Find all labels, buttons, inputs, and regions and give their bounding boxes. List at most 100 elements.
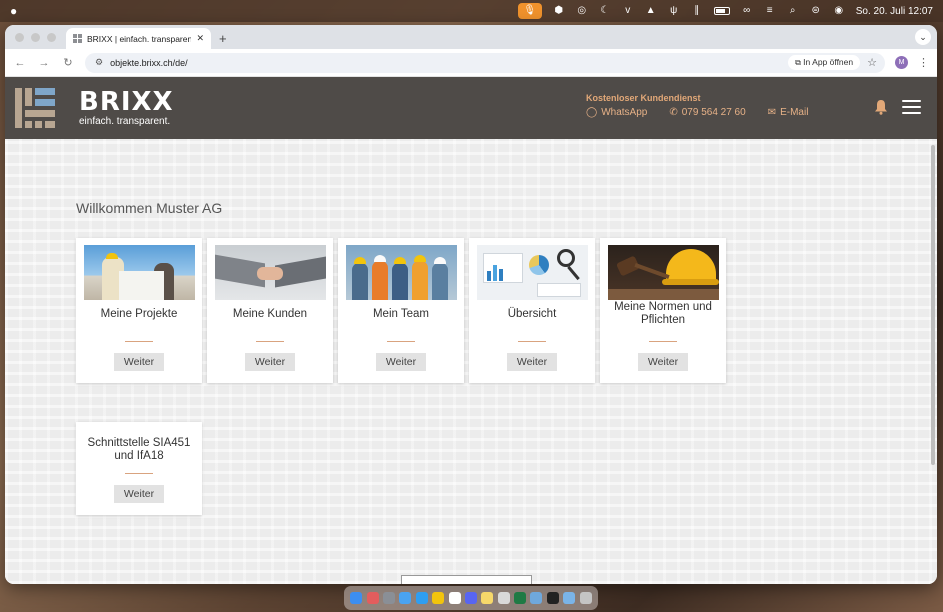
back-icon[interactable]: ← <box>13 57 27 69</box>
search-icon[interactable]: ⌕ <box>787 5 799 17</box>
address-bar: ← → ↻ ⚙ objekte.brixx.ch/de/ ⧉ In App öf… <box>5 49 937 77</box>
card-label: Schnittstelle SIA451 und IfA18 <box>87 437 191 462</box>
bookmark-star-icon[interactable]: ☆ <box>867 56 881 69</box>
excel-icon[interactable] <box>514 592 527 604</box>
whatsapp-label: WhatsApp <box>601 107 648 118</box>
menu-bar: ● 🎙 ⬢ ◎ ☾ v ▲ ψ ∥ ∞ ≡ ⌕ ⊜ ◉ So. 20. Juli… <box>0 0 943 22</box>
app-icon: ⧉ <box>795 58 801 67</box>
tools-icon[interactable]: ψ <box>668 5 680 17</box>
charts-image <box>476 245 588 300</box>
siri-icon[interactable]: ◉ <box>833 5 845 17</box>
url-field[interactable]: ⚙ objekte.brixx.ch/de/ ⧉ In App öffnen ☆ <box>85 52 885 73</box>
audio-icon[interactable]: ∥ <box>691 5 703 17</box>
control-center-icon[interactable]: ≡ <box>764 5 776 17</box>
folder-icon[interactable] <box>563 592 576 604</box>
card-meine-kunden: Meine Kunden Weiter <box>207 238 333 383</box>
menu-bar-status: 🎙 ⬢ ◎ ☾ v ▲ ψ ∥ ∞ ≡ ⌕ ⊜ ◉ So. 20. Juli 1… <box>517 3 933 19</box>
welcome-heading: Willkommen Muster AG <box>76 200 223 216</box>
forward-icon[interactable]: → <box>37 57 51 69</box>
profile-avatar[interactable]: M <box>895 56 908 69</box>
weiter-button[interactable]: Weiter <box>506 353 558 371</box>
link-icon[interactable]: ∞ <box>741 5 753 17</box>
divider <box>125 473 153 474</box>
scrollbar[interactable] <box>930 139 936 584</box>
team-image <box>345 245 457 300</box>
maximize-window-button[interactable] <box>47 32 56 42</box>
gavel-image <box>607 245 719 300</box>
moon-icon[interactable]: ☾ <box>599 5 611 17</box>
bottom-panel-tab[interactable] <box>401 575 532 584</box>
calendar-icon[interactable] <box>448 592 461 604</box>
vimeo-icon[interactable]: v <box>622 5 634 17</box>
close-tab-icon[interactable]: ✕ <box>196 33 204 44</box>
card-label: Meine Normen und Pflichten <box>614 301 712 326</box>
email-icon: ✉ <box>767 107 777 118</box>
new-tab-button[interactable]: + <box>211 31 235 49</box>
apple-icon[interactable]: ● <box>10 4 30 18</box>
main-content: Willkommen Muster AG Meine Projekte Weit… <box>5 139 937 584</box>
card-label: Meine Projekte <box>100 307 178 320</box>
card-meine-projekte: Meine Projekte Weiter <box>76 238 202 383</box>
tab-bar: BRIXX | einfach. transparent. ✕ + ⌄ <box>5 25 937 49</box>
chrome-icon[interactable] <box>432 592 445 604</box>
card-normen-pflichten: Meine Normen und Pflichten Weiter <box>600 238 726 383</box>
handshake-image <box>214 245 326 300</box>
mail-icon[interactable] <box>399 592 412 604</box>
whatsapp-link[interactable]: ◯ WhatsApp <box>586 107 647 118</box>
menu-bar-clock[interactable]: So. 20. Juli 12:07 <box>856 6 933 17</box>
reload-icon[interactable]: ↻ <box>61 56 75 69</box>
weiter-button[interactable]: Weiter <box>113 353 165 371</box>
weiter-button[interactable]: Weiter <box>113 485 165 503</box>
target-icon[interactable]: ◎ <box>576 5 588 17</box>
tab-brixx[interactable]: BRIXX | einfach. transparent. ✕ <box>66 28 211 49</box>
phone-link[interactable]: ✆ 079 564 27 60 <box>669 107 745 118</box>
discord-icon[interactable] <box>464 592 477 604</box>
finder-icon[interactable] <box>350 592 363 604</box>
notes-icon[interactable] <box>481 592 494 604</box>
divider <box>649 341 677 342</box>
brand-name: BRIXX <box>79 86 174 117</box>
browser-window: BRIXX | einfach. transparent. ✕ + ⌄ ← → … <box>5 25 937 584</box>
photos-icon[interactable] <box>497 592 510 604</box>
shield-icon[interactable]: ⬢ <box>553 5 565 17</box>
email-link[interactable]: ✉ E-Mail <box>768 107 809 118</box>
site-header: BRIXX einfach. transparent. Kostenloser … <box>5 77 937 139</box>
hamburger-menu-icon[interactable] <box>902 100 921 114</box>
open-in-app-label: In App öffnen <box>803 57 854 67</box>
tab-title: BRIXX | einfach. transparent. <box>87 33 192 44</box>
minimize-window-button[interactable] <box>31 32 40 42</box>
brand-logo[interactable]: BRIXX einfach. transparent. <box>79 89 174 128</box>
divider <box>125 341 153 342</box>
card-label: Meine Kunden <box>232 307 308 320</box>
window-controls <box>5 25 66 49</box>
projects-image <box>83 245 195 300</box>
chatgpt-icon[interactable] <box>546 592 559 604</box>
microphone-icon[interactable]: 🎙 <box>517 3 542 19</box>
trash-icon[interactable] <box>579 592 592 604</box>
close-window-button[interactable] <box>15 32 24 42</box>
weiter-button[interactable]: Weiter <box>637 353 689 371</box>
brand-tagline: einfach. transparent. <box>79 115 171 127</box>
weiter-button[interactable]: Weiter <box>244 353 296 371</box>
favicon-icon <box>73 34 82 43</box>
service-title: Kostenloser Kundendienst <box>586 93 701 103</box>
site-info-icon[interactable]: ⚙ <box>95 57 103 68</box>
switch-icon[interactable]: ⊜ <box>810 5 822 17</box>
battery-icon[interactable] <box>713 7 730 15</box>
bell-icon[interactable] <box>874 99 888 115</box>
launchpad-icon[interactable] <box>366 592 379 604</box>
settings-icon[interactable] <box>382 592 395 604</box>
brixx-logo-icon[interactable] <box>15 88 55 128</box>
url-text[interactable]: objekte.brixx.ch/de/ <box>110 58 781 68</box>
weiter-button[interactable]: Weiter <box>375 353 427 371</box>
browser-menu-icon[interactable]: ⋮ <box>918 56 929 69</box>
open-in-app-button[interactable]: ⧉ In App öffnen <box>788 55 861 70</box>
tab-search-icon[interactable]: ⌄ <box>915 29 931 45</box>
drive-icon[interactable]: ▲ <box>645 5 657 17</box>
card-schnittstelle: Schnittstelle SIA451 und IfA18 Weiter <box>76 422 202 515</box>
email-label: E-Mail <box>780 107 809 118</box>
divider <box>387 341 415 342</box>
safari-icon[interactable] <box>415 592 428 604</box>
card-mein-team: Mein Team Weiter <box>338 238 464 383</box>
preview-icon[interactable] <box>530 592 543 604</box>
